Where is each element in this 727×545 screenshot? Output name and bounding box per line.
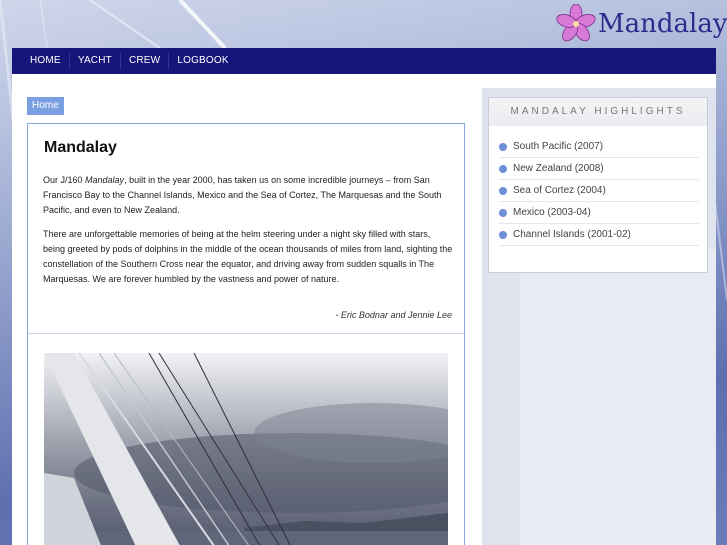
sailing-photo bbox=[44, 353, 448, 545]
bullet-icon bbox=[499, 186, 507, 195]
nav-home[interactable]: HOME bbox=[22, 53, 70, 69]
article-title: Mandalay bbox=[44, 139, 117, 156]
bullet-icon bbox=[499, 164, 507, 173]
breadcrumb-home[interactable]: Home bbox=[27, 97, 64, 115]
highlights-list: South Pacific (2007) New Zealand (2008) … bbox=[489, 136, 707, 246]
yacht-name: Mandalay bbox=[85, 175, 125, 185]
signature: - Eric Bodnar and Jennie Lee bbox=[335, 310, 452, 320]
nav-logbook[interactable]: LOGBOOK bbox=[169, 53, 236, 69]
highlights-box: MANDALAY HIGHLIGHTS South Pacific (2007)… bbox=[488, 97, 708, 273]
site-logo[interactable]: Mandalay bbox=[556, 4, 727, 44]
memories-paragraph: There are unforgettable memories of bein… bbox=[43, 229, 453, 284]
hibiscus-flower-icon bbox=[556, 4, 596, 42]
article-divider bbox=[28, 333, 464, 334]
highlights-title: MANDALAY HIGHLIGHTS bbox=[489, 98, 707, 126]
main-column: Home Mandalay Our J/160 Mandalay, built … bbox=[12, 74, 478, 545]
main-navbar: HOME YACHT CREW LOGBOOK bbox=[12, 48, 716, 74]
nav-crew[interactable]: CREW bbox=[121, 53, 170, 69]
sidebar-panel bbox=[520, 248, 716, 545]
bullet-icon bbox=[499, 208, 507, 217]
content-area: Home Mandalay Our J/160 Mandalay, built … bbox=[12, 74, 716, 545]
nav-yacht[interactable]: YACHT bbox=[70, 53, 121, 69]
intro-paragraph: Our J/160 Mandalay, built in the year 20… bbox=[43, 175, 442, 215]
highlight-mexico[interactable]: Mexico (2003-04) bbox=[499, 202, 699, 224]
logo-text: Mandalay bbox=[598, 9, 727, 39]
highlight-new-zealand[interactable]: New Zealand (2008) bbox=[499, 158, 699, 180]
article-box: Mandalay Our J/160 Mandalay, built in th… bbox=[27, 123, 465, 545]
bullet-icon bbox=[499, 142, 507, 151]
highlight-south-pacific[interactable]: South Pacific (2007) bbox=[499, 136, 699, 158]
bullet-icon bbox=[499, 230, 507, 239]
sidebar: MANDALAY HIGHLIGHTS South Pacific (2007)… bbox=[482, 88, 716, 545]
highlight-channel-islands[interactable]: Channel Islands (2001-02) bbox=[499, 224, 699, 246]
highlight-sea-of-cortez[interactable]: Sea of Cortez (2004) bbox=[499, 180, 699, 202]
